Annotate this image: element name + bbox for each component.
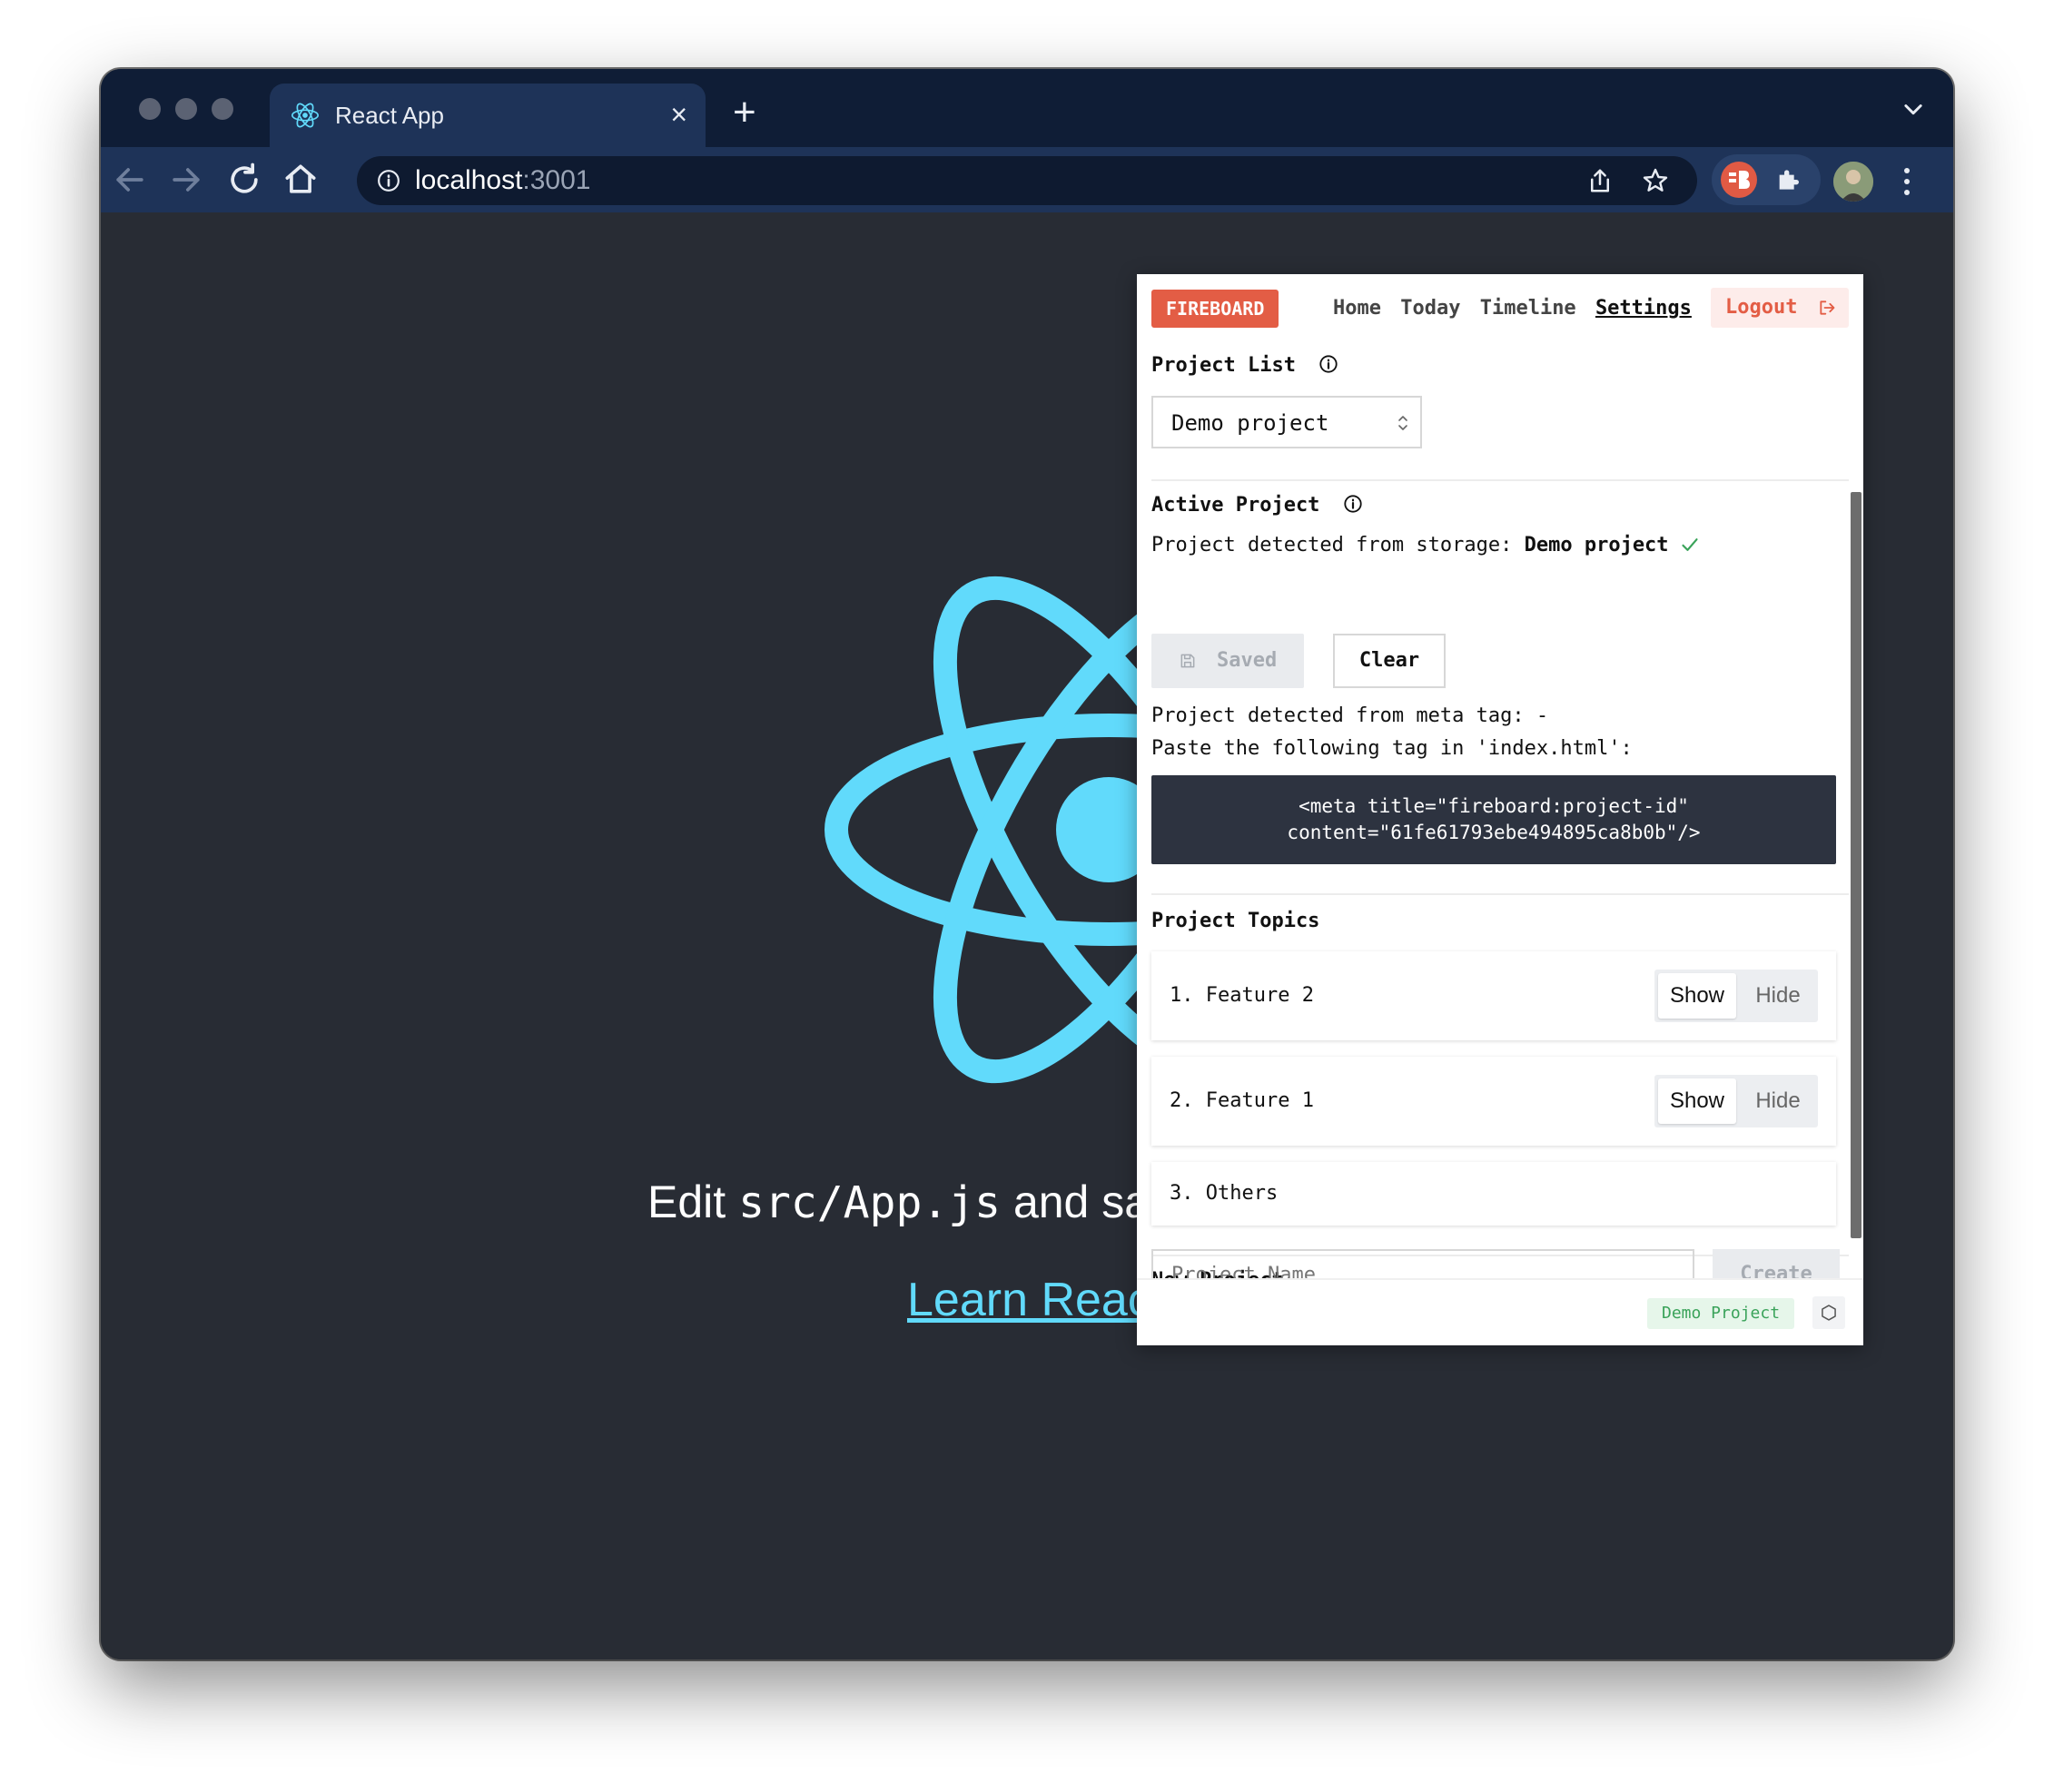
browser-window: React App × + localhost:3001 Edit src/Ap… (101, 69, 1953, 1659)
hexagon-icon (1822, 1305, 1836, 1321)
popup-footer: Demo Project (1137, 1278, 1863, 1345)
new-tab-icon[interactable]: + (733, 93, 756, 133)
popup-scrollbar[interactable] (1851, 492, 1861, 1238)
react-favicon-icon (291, 103, 320, 128)
address-bar[interactable]: localhost:3001 (357, 156, 1697, 205)
browser-toolbar: localhost:3001 (101, 147, 1953, 214)
share-icon[interactable] (1586, 167, 1614, 194)
hexagon-button[interactable] (1812, 1296, 1845, 1329)
profile-avatar[interactable] (1833, 162, 1873, 202)
more-menu-icon[interactable] (1902, 165, 1911, 198)
fireboard-popup: FIREBOARD Home Today Timeline Settings L… (1137, 274, 1863, 1345)
minimize-window-button[interactable] (175, 98, 197, 120)
tab-strip: React App × + (101, 69, 1953, 147)
url-text: localhost:3001 (415, 165, 591, 195)
forward-arrow-icon[interactable] (166, 160, 206, 200)
puzzle-icon[interactable] (1773, 165, 1802, 194)
project-name-input-wrapper (1151, 1249, 1694, 1278)
bookmark-star-icon[interactable] (1641, 166, 1670, 195)
active-project-badge: Demo Project (1647, 1298, 1795, 1329)
close-window-button[interactable] (139, 98, 161, 120)
fireboard-extension-icon[interactable] (1721, 162, 1757, 198)
tab-close-icon[interactable]: × (670, 99, 687, 130)
home-icon[interactable] (281, 160, 321, 200)
reload-icon[interactable] (224, 160, 264, 200)
new-project-row: Create (1137, 274, 1849, 1278)
create-button[interactable]: Create (1713, 1249, 1840, 1278)
extensions-area (1712, 154, 1821, 205)
tab-react-app[interactable]: React App × (270, 84, 706, 147)
maximize-window-button[interactable] (212, 98, 233, 120)
chevron-down-icon[interactable] (1901, 96, 1926, 122)
back-arrow-icon[interactable] (110, 160, 150, 200)
learn-react-link[interactable]: Learn React (907, 1273, 1164, 1327)
project-name-input[interactable] (1153, 1251, 1693, 1278)
tab-title: React App (335, 102, 444, 129)
site-info-icon[interactable] (377, 169, 400, 192)
